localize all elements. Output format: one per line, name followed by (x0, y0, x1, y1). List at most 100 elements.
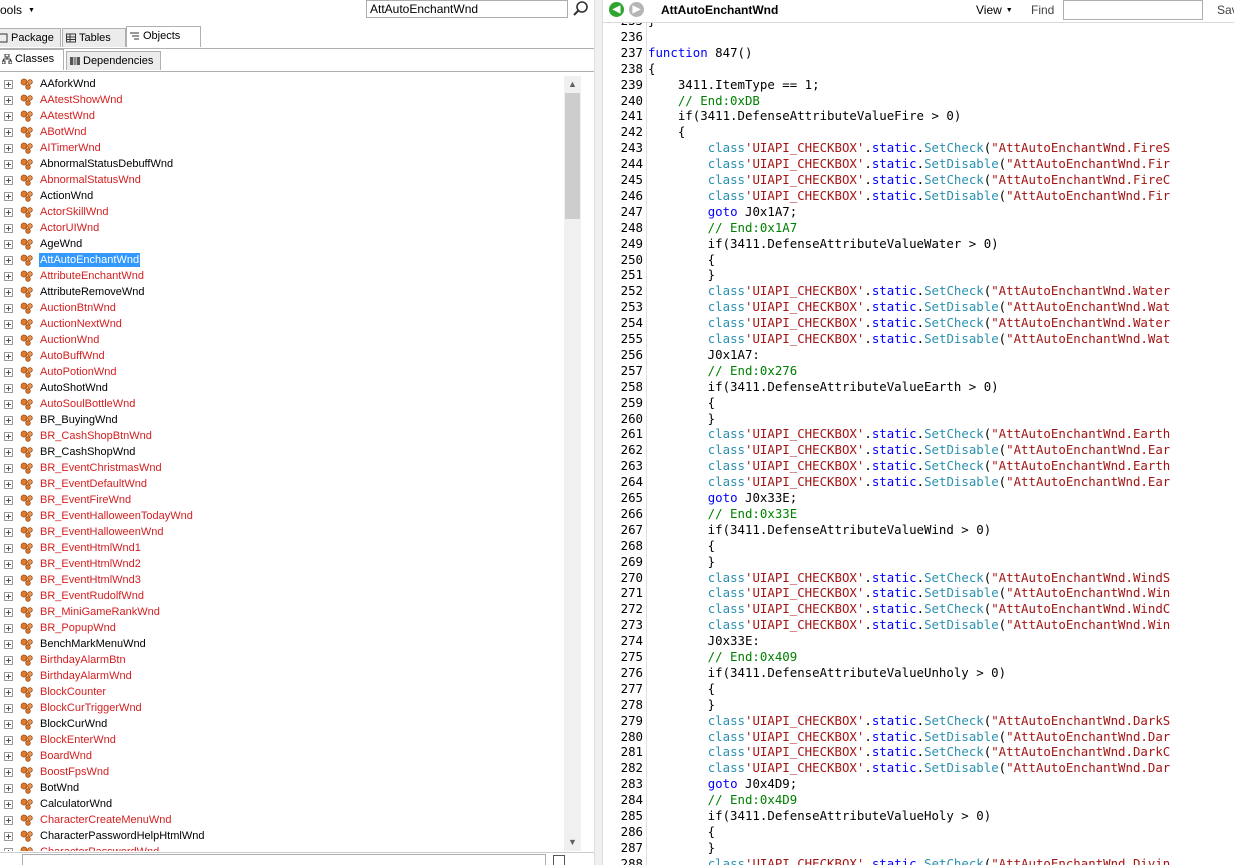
class-name[interactable]: BR_EventHtmlWnd2 (39, 557, 142, 571)
tree-row[interactable]: AbnormalStatusDebuffWnd (0, 156, 564, 172)
tree-row[interactable]: AutoBuffWnd (0, 348, 564, 364)
class-name[interactable]: BirthdayAlarmWnd (39, 669, 133, 683)
expand-icon[interactable] (4, 448, 13, 457)
class-name[interactable]: BR_EventHalloweenTodayWnd (39, 509, 194, 523)
tools-menu[interactable]: ools ▼ (0, 3, 35, 17)
class-name[interactable]: BlockEnterWnd (39, 733, 117, 747)
scrollbar-thumb[interactable] (565, 93, 580, 219)
class-name[interactable]: AutoShotWnd (39, 381, 109, 395)
class-name[interactable]: AAforkWnd (39, 77, 97, 91)
tree-row[interactable]: AutoShotWnd (0, 380, 564, 396)
class-name[interactable]: BR_BuyingWnd (39, 413, 119, 427)
expand-icon[interactable] (4, 224, 13, 233)
tree-row[interactable]: BoardWnd (0, 748, 564, 764)
tree-row[interactable]: AttAutoEnchantWnd (0, 252, 564, 268)
class-name[interactable]: AAtestShowWnd (39, 93, 124, 107)
expand-icon[interactable] (4, 144, 13, 153)
expand-icon[interactable] (4, 560, 13, 569)
tree-row[interactable]: BR_EventHtmlWnd1 (0, 540, 564, 556)
expand-icon[interactable] (4, 576, 13, 585)
tree-row[interactable]: BR_PopupWnd (0, 620, 564, 636)
class-name[interactable]: AttAutoEnchantWnd (37, 252, 142, 268)
scroll-up-icon[interactable]: ▲ (564, 76, 581, 93)
tree-row[interactable]: BR_EventDefaultWnd (0, 476, 564, 492)
tree-row[interactable]: BR_EventRudolfWnd (0, 588, 564, 604)
class-name[interactable]: BlockCurTriggerWnd (39, 701, 143, 715)
expand-icon[interactable] (4, 752, 13, 761)
tree-row[interactable]: BirthdayAlarmBtn (0, 652, 564, 668)
expand-icon[interactable] (4, 768, 13, 777)
tree-row[interactable]: BotWnd (0, 780, 564, 796)
tree-row[interactable]: AuctionWnd (0, 332, 564, 348)
tree-row[interactable]: BR_EventHalloweenTodayWnd (0, 508, 564, 524)
expand-icon[interactable] (4, 112, 13, 121)
expand-icon[interactable] (4, 848, 13, 851)
find-button[interactable]: Find (1031, 3, 1054, 17)
expand-icon[interactable] (4, 528, 13, 537)
tree-row[interactable]: CharacterPasswordWnd (0, 844, 564, 851)
tree-row[interactable]: ActorUIWnd (0, 220, 564, 236)
expand-icon[interactable] (4, 688, 13, 697)
class-name[interactable]: CharacterPasswordWnd (39, 845, 160, 851)
expand-icon[interactable] (4, 176, 13, 185)
tree-row[interactable]: BR_EventFireWnd (0, 492, 564, 508)
find-input[interactable] (1063, 0, 1203, 20)
expand-icon[interactable] (4, 480, 13, 489)
tab-dependencies[interactable]: Dependencies (66, 51, 161, 70)
class-name[interactable]: AutoSoulBottleWnd (39, 397, 136, 411)
class-name[interactable]: BR_EventHalloweenWnd (39, 525, 165, 539)
tree-row[interactable]: ABotWnd (0, 124, 564, 140)
tree-row[interactable]: BR_EventHalloweenWnd (0, 524, 564, 540)
tree-row[interactable]: AAforkWnd (0, 76, 564, 92)
class-name[interactable]: CalculatorWnd (39, 797, 113, 811)
tree-row[interactable]: BlockCurWnd (0, 716, 564, 732)
tree-row[interactable]: CalculatorWnd (0, 796, 564, 812)
class-name[interactable]: BR_EventRudolfWnd (39, 589, 145, 603)
class-name[interactable]: BoostFpsWnd (39, 765, 110, 779)
class-name[interactable]: CharacterCreateMenuWnd (39, 813, 172, 827)
expand-icon[interactable] (4, 304, 13, 313)
expand-icon[interactable] (4, 640, 13, 649)
expand-icon[interactable] (4, 240, 13, 249)
expand-icon[interactable] (4, 160, 13, 169)
class-name[interactable]: AttributeRemoveWnd (39, 285, 146, 299)
tree-row[interactable]: BenchMarkMenuWnd (0, 636, 564, 652)
expand-icon[interactable] (4, 128, 13, 137)
scroll-down-icon[interactable]: ▼ (564, 834, 581, 851)
forward-button[interactable]: ▶ (629, 2, 644, 17)
expand-icon[interactable] (4, 720, 13, 729)
search-input[interactable] (366, 0, 568, 18)
expand-icon[interactable] (4, 496, 13, 505)
tree-row[interactable]: AbnormalStatusWnd (0, 172, 564, 188)
tree-row[interactable]: CharacterPasswordHelpHtmlWnd (0, 828, 564, 844)
tab-objects[interactable]: Objects (126, 26, 201, 47)
tree-row[interactable]: BR_BuyingWnd (0, 412, 564, 428)
class-name[interactable]: ABotWnd (39, 125, 87, 139)
expand-icon[interactable] (4, 272, 13, 281)
class-name[interactable]: AutoBuffWnd (39, 349, 106, 363)
class-name[interactable]: BR_EventChristmasWnd (39, 461, 163, 475)
tree-row[interactable]: AAtestShowWnd (0, 92, 564, 108)
class-name[interactable]: ActionWnd (39, 189, 94, 203)
class-name[interactable]: BR_PopupWnd (39, 621, 117, 635)
expand-icon[interactable] (4, 416, 13, 425)
tree-row[interactable]: BR_MiniGameRankWnd (0, 604, 564, 620)
tree-row[interactable]: BR_CashShopWnd (0, 444, 564, 460)
expand-icon[interactable] (4, 592, 13, 601)
class-name[interactable]: BoardWnd (39, 749, 93, 763)
class-name[interactable]: BirthdayAlarmBtn (39, 653, 127, 667)
class-tree-scrollbar[interactable]: ▲ ▼ (564, 76, 581, 851)
expand-icon[interactable] (4, 256, 13, 265)
filter-input[interactable] (22, 854, 546, 865)
tree-row[interactable]: AttributeEnchantWnd (0, 268, 564, 284)
expand-icon[interactable] (4, 288, 13, 297)
expand-icon[interactable] (4, 736, 13, 745)
expand-icon[interactable] (4, 464, 13, 473)
class-tree[interactable]: AAforkWnd AAtestShowWnd AAtestWnd ABotWnd AI… (0, 76, 564, 851)
expand-icon[interactable] (4, 80, 13, 89)
class-name[interactable]: BR_EventHtmlWnd1 (39, 541, 142, 555)
tab-package[interactable]: Package (0, 28, 61, 47)
tree-row[interactable]: AAtestWnd (0, 108, 564, 124)
expand-icon[interactable] (4, 784, 13, 793)
class-name[interactable]: AbnormalStatusDebuffWnd (39, 157, 174, 171)
